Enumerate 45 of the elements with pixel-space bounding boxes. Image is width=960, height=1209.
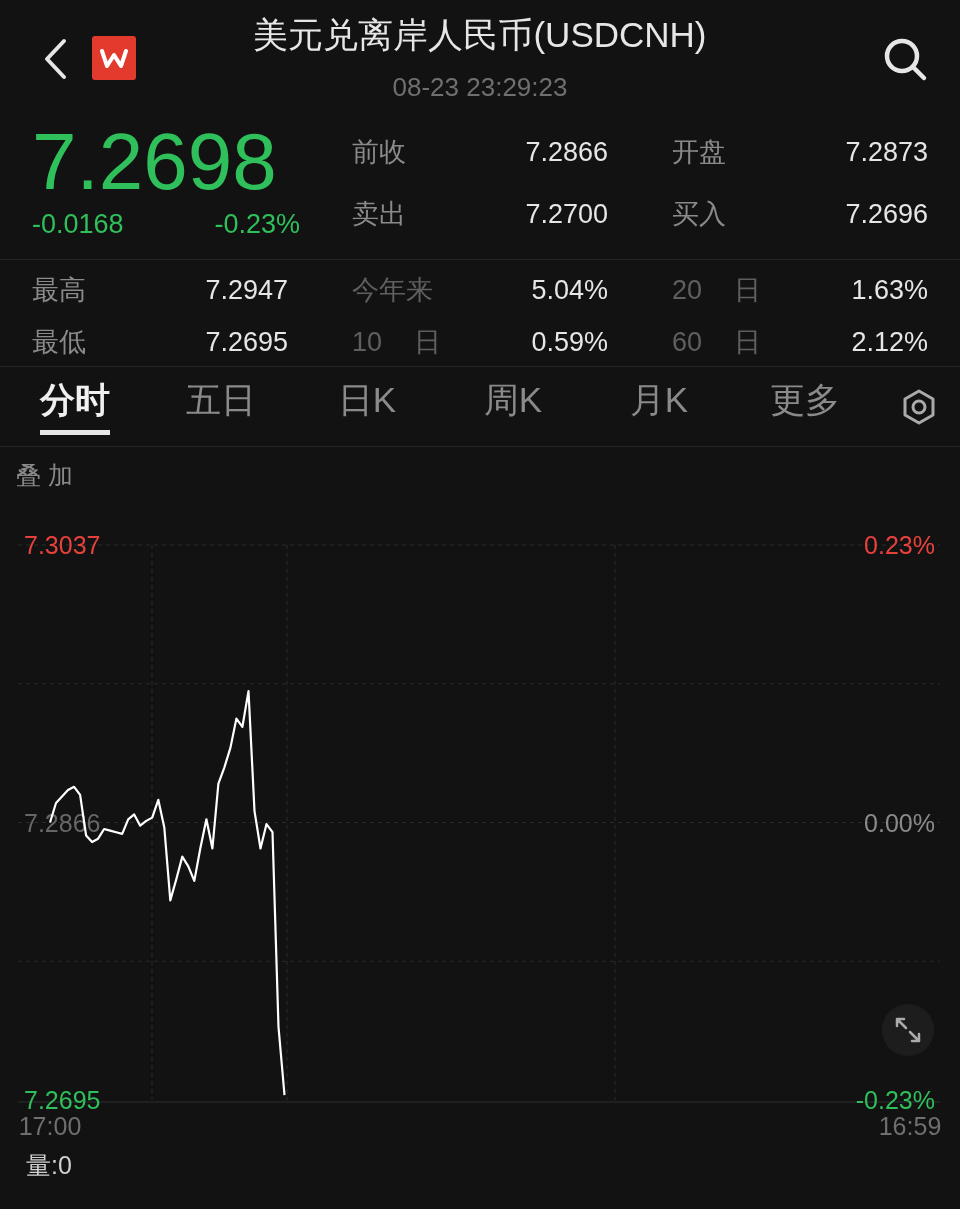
window-title: 美元兑离岸人民币(USDCNH) <box>253 14 707 56</box>
stat-value: 7.2873 <box>844 136 928 169</box>
stat-value: 1.63% <box>850 274 928 307</box>
period-tab[interactable]: 更多 <box>732 366 878 447</box>
period-tab[interactable]: 月K <box>586 366 732 447</box>
price-axis-label: 7.2695 <box>24 1086 101 1114</box>
stat-label: 最低 <box>32 326 87 359</box>
settings-icon[interactable] <box>902 388 936 425</box>
stat-label: 20 日 <box>672 274 762 307</box>
stat-label: 卖出 <box>352 198 407 231</box>
volume-label: 量:0 <box>26 1151 72 1179</box>
stat-label: 买入 <box>672 198 727 231</box>
stat-value: 7.2866 <box>524 136 608 169</box>
overlay-label[interactable]: 叠 加 <box>16 457 73 495</box>
back-icon[interactable] <box>42 38 68 80</box>
percent-axis-label: -0.23% <box>855 1086 935 1114</box>
logo-icon <box>92 36 136 80</box>
period-tab[interactable]: 分时 <box>2 366 148 447</box>
stat-label: 前收 <box>352 136 407 169</box>
quote-time: 08-23 23:29:23 <box>392 71 568 104</box>
stat-value: 2.12% <box>850 326 928 359</box>
price-axis-label: 7.3037 <box>24 531 101 559</box>
last-price: 7.2698 <box>32 118 278 206</box>
expand-icon[interactable] <box>882 1004 934 1056</box>
stat-value: 0.59% <box>530 326 608 359</box>
stat-value: 7.2695 <box>204 326 288 359</box>
period-tab[interactable]: 日K <box>294 366 440 447</box>
time-axis-label: 17:00 <box>18 1112 82 1140</box>
percent-axis-label: 0.00% <box>864 808 935 837</box>
stat-value: 5.04% <box>530 274 608 307</box>
time-axis-label: 16:59 <box>878 1112 942 1140</box>
stat-value: 7.2696 <box>844 198 928 231</box>
stat-value: 7.2700 <box>524 198 608 231</box>
stat-label: 60 日 <box>672 326 762 359</box>
stat-label: 开盘 <box>672 136 727 169</box>
price-change: -0.0168 <box>32 208 124 241</box>
percent-change: -0.23% <box>214 208 300 241</box>
stat-label: 10 日 <box>352 326 442 359</box>
stat-label: 最高 <box>32 274 87 307</box>
search-icon[interactable] <box>882 36 928 82</box>
percent-axis-label: 0.23% <box>864 531 935 559</box>
period-tab[interactable]: 周K <box>440 366 586 447</box>
period-tab[interactable]: 五日 <box>148 366 294 447</box>
stat-label: 今年来 <box>352 274 434 307</box>
stat-value: 7.2947 <box>204 274 288 307</box>
